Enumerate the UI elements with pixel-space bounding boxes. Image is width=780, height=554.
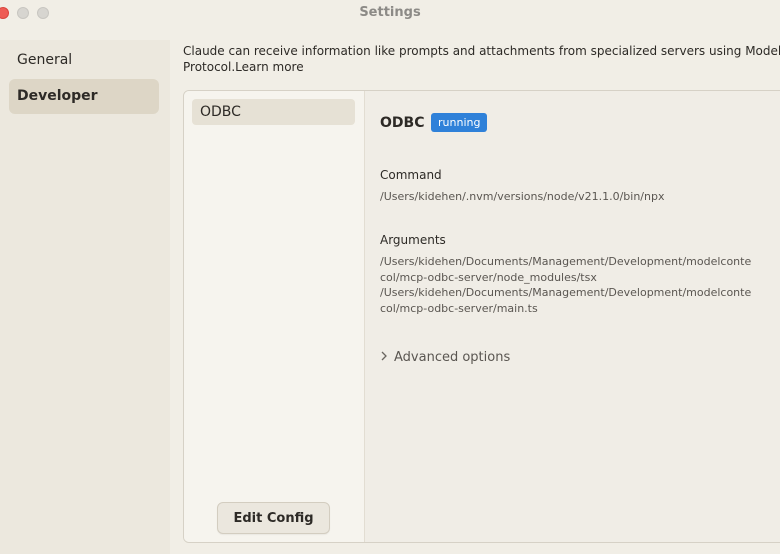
sidebar-item-general[interactable]: General xyxy=(9,43,159,78)
advanced-options-label: Advanced options xyxy=(394,350,511,365)
sidebar: General Developer xyxy=(0,40,170,554)
advanced-options-toggle[interactable]: Advanced options xyxy=(380,350,510,365)
server-list: ODBC Edit Config xyxy=(184,91,365,542)
status-badge: running xyxy=(431,113,488,132)
server-name: ODBC xyxy=(380,115,425,131)
server-detail: ODBC running Command /Users/kidehen/.nvm… xyxy=(365,91,780,542)
developer-settings: Claude can receive information like prom… xyxy=(170,40,780,554)
intro-line-1: Claude can receive information like prom… xyxy=(183,44,780,58)
intro-text: Claude can receive information like prom… xyxy=(183,43,780,75)
title-bar: Settings xyxy=(0,0,780,26)
arguments-label: Arguments xyxy=(380,233,446,247)
edit-config-button[interactable]: Edit Config xyxy=(217,502,330,534)
intro-line-2: Protocol. xyxy=(183,60,236,74)
server-item-odbc[interactable]: ODBC xyxy=(192,99,355,125)
command-label: Command xyxy=(380,168,442,182)
arguments-value: /Users/kidehen/Documents/Management/Deve… xyxy=(380,255,752,315)
chevron-right-icon xyxy=(380,350,394,364)
window-title: Settings xyxy=(359,5,421,20)
sidebar-item-developer[interactable]: Developer xyxy=(9,79,159,114)
learn-more-link[interactable]: Learn more xyxy=(235,60,303,74)
mcp-servers-panel: ODBC Edit Config ODBC running Command /U… xyxy=(183,90,780,543)
command-value: /Users/kidehen/.nvm/versions/node/v21.1.… xyxy=(380,190,665,203)
